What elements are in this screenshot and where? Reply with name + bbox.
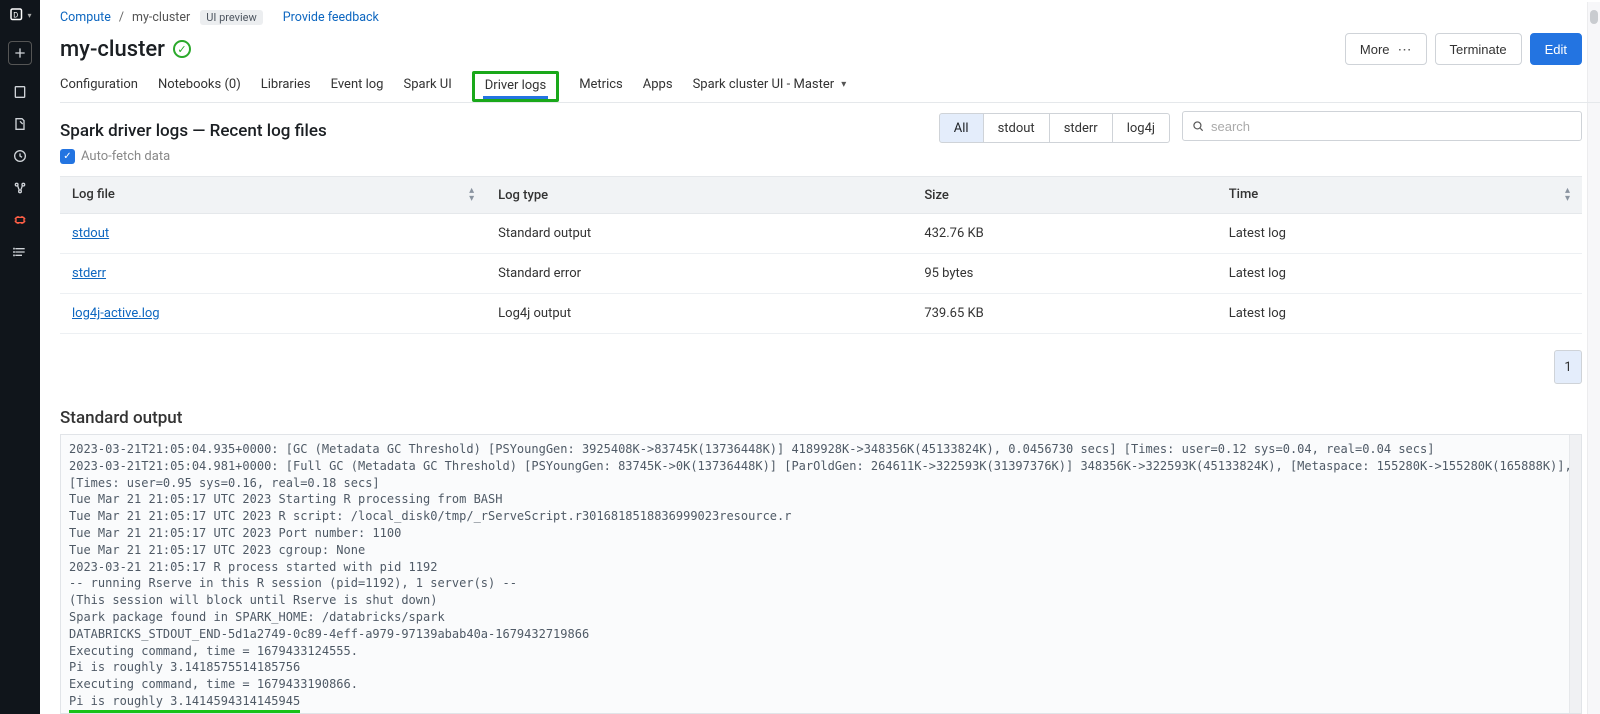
table-row: stdout Standard output 432.76 KB Latest … — [60, 214, 1582, 254]
tab-apps[interactable]: Apps — [643, 77, 673, 102]
table-row: log4j-active.log Log4j output 739.65 KB … — [60, 294, 1582, 334]
log-files-table: Log file▴▾ Log type Size Time▴▾ stdout S… — [60, 176, 1582, 334]
output-heading: Standard output — [60, 408, 1600, 428]
search-icon — [1191, 119, 1205, 133]
edit-button[interactable]: Edit — [1530, 33, 1582, 65]
provide-feedback-link[interactable]: Provide feedback — [283, 10, 379, 25]
breadcrumb: Compute / my-cluster UI preview Provide … — [60, 0, 1600, 27]
filter-stdout[interactable]: stdout — [983, 113, 1050, 143]
tab-event-log[interactable]: Event log — [331, 77, 384, 102]
log-type-cell: Standard output — [486, 214, 912, 254]
cluster-state-icon: ✓ — [173, 40, 191, 58]
filter-all[interactable]: All — [939, 113, 984, 143]
svg-text:D: D — [14, 10, 19, 19]
log-search[interactable] — [1182, 111, 1582, 141]
section-heading: Spark driver logs — Recent log files — [60, 121, 327, 141]
breadcrumb-root-link[interactable]: Compute — [60, 10, 111, 25]
log-file-link[interactable]: stdout — [72, 226, 109, 241]
column-size[interactable]: Size — [912, 177, 1216, 214]
log-search-input[interactable] — [1211, 119, 1573, 134]
table-row: stderr Standard error 95 bytes Latest lo… — [60, 254, 1582, 294]
log-size-cell: 739.65 KB — [912, 294, 1216, 334]
autofetch-label: Auto-fetch data — [81, 149, 170, 164]
page-header: my-cluster ✓ More Terminate Edit — [60, 27, 1600, 65]
nav-workflows-icon[interactable] — [0, 236, 40, 268]
pagination: 1 — [60, 334, 1600, 390]
log-file-link[interactable]: log4j-active.log — [72, 306, 160, 321]
sort-icon: ▴▾ — [1565, 187, 1570, 203]
log-time-cell: Latest log — [1217, 254, 1582, 294]
log-time-cell: Latest log — [1217, 294, 1582, 334]
highlighted-log-line: Pi is roughly 3.1414594314145945 — [69, 693, 300, 714]
autofetch-checkbox[interactable]: ✓ — [60, 149, 75, 164]
create-button[interactable] — [8, 41, 32, 65]
cluster-tabs: Configuration Notebooks (0) Libraries Ev… — [60, 65, 1600, 103]
breadcrumb-current: my-cluster — [132, 10, 190, 25]
column-time[interactable]: Time▴▾ — [1217, 177, 1582, 214]
left-nav-rail: D ▾ — [0, 0, 40, 714]
main-content: Compute / my-cluster UI preview Provide … — [40, 0, 1600, 714]
log-size-cell: 432.76 KB — [912, 214, 1216, 254]
log-time-cell: Latest log — [1217, 214, 1582, 254]
tab-configuration[interactable]: Configuration — [60, 77, 138, 102]
nav-workspace-icon[interactable] — [0, 76, 40, 108]
app-logo[interactable]: D ▾ — [0, 0, 40, 30]
log-scrollbar[interactable] — [1569, 435, 1581, 713]
tab-libraries[interactable]: Libraries — [261, 77, 311, 102]
filter-log4j[interactable]: log4j — [1112, 113, 1170, 143]
page-1-button[interactable]: 1 — [1554, 350, 1582, 384]
more-dots-icon — [1396, 41, 1412, 58]
page-scrollbar[interactable] — [1587, 2, 1600, 714]
page-title: my-cluster — [60, 37, 165, 62]
tab-notebooks[interactable]: Notebooks (0) — [158, 77, 241, 102]
nav-compute-icon[interactable] — [0, 204, 40, 236]
log-file-link[interactable]: stderr — [72, 266, 106, 281]
nav-recents-icon[interactable] — [0, 108, 40, 140]
ui-preview-badge: UI preview — [200, 10, 263, 25]
tab-spark-cluster-ui[interactable]: Spark cluster UI - Master — [693, 77, 847, 102]
column-log-type[interactable]: Log type — [486, 177, 912, 214]
log-type-cell: Log4j output — [486, 294, 912, 334]
breadcrumb-separator: / — [119, 10, 124, 25]
sort-icon: ▴▾ — [469, 187, 474, 203]
log-size-cell: 95 bytes — [912, 254, 1216, 294]
nav-history-icon[interactable] — [0, 140, 40, 172]
log-filter-segments: All stdout stderr log4j — [939, 113, 1170, 143]
tab-driver-logs[interactable]: Driver logs — [472, 71, 559, 102]
tab-metrics[interactable]: Metrics — [579, 77, 623, 102]
tab-spark-ui[interactable]: Spark UI — [403, 77, 451, 102]
log-type-cell: Standard error — [486, 254, 912, 294]
log-output-box: 2023-03-21T21:05:04.935+0000: [GC (Metad… — [60, 434, 1582, 714]
log-output-content: 2023-03-21T21:05:04.935+0000: [GC (Metad… — [69, 441, 1573, 714]
nav-data-icon[interactable] — [0, 172, 40, 204]
column-log-file[interactable]: Log file▴▾ — [60, 177, 486, 214]
filter-stderr[interactable]: stderr — [1049, 113, 1113, 143]
more-button[interactable]: More — [1345, 33, 1427, 65]
terminate-button[interactable]: Terminate — [1435, 33, 1522, 65]
